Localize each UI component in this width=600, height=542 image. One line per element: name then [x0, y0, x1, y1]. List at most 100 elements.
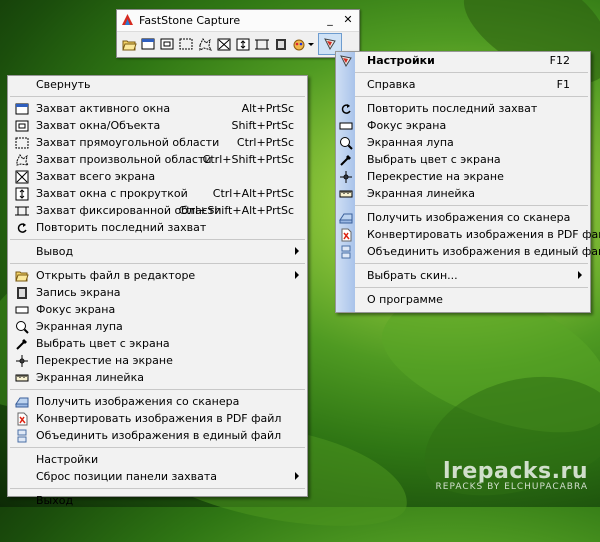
fullscreen-icon — [15, 170, 29, 184]
menu-separator — [338, 263, 588, 264]
open-folder-icon[interactable] — [120, 35, 138, 53]
menu-item-label: Экранная лупа — [36, 320, 123, 333]
watermark-subtext: REPACKS BY ELCHUPACABRA — [435, 482, 588, 492]
menu-item-label: Захват окна с прокруткой — [36, 187, 188, 200]
menu-item[interactable]: Захват активного окна Alt+PrtSc — [8, 100, 307, 117]
menu-item[interactable]: Экранная линейка — [336, 185, 590, 202]
menu-separator — [338, 287, 588, 288]
menu-item[interactable]: Открыть файл в редакторе — [8, 267, 307, 284]
menu-item[interactable]: Перекрестие на экране — [8, 352, 307, 369]
menu-item[interactable]: Фокус экрана — [336, 117, 590, 134]
menu-separator — [10, 488, 305, 489]
close-button[interactable]: ✕ — [341, 13, 355, 27]
pdf-icon — [15, 412, 29, 426]
capture-toolbar-window: FastStone Capture _ ✕ — [116, 9, 360, 58]
menu-item[interactable]: Настройки F12 — [336, 52, 590, 69]
menu-item[interactable]: Перекрестие на экране — [336, 168, 590, 185]
window-title: FastStone Capture — [139, 14, 241, 27]
menu-item[interactable]: Сброс позиции панели захвата — [8, 468, 307, 485]
capture-fullscreen-icon[interactable] — [215, 35, 233, 53]
menu-item-shortcut: Ctrl+Alt+PrtSc — [212, 187, 294, 200]
menu-item[interactable]: Экранная лупа — [336, 134, 590, 151]
menu-item[interactable]: Выбрать цвет с экрана — [8, 335, 307, 352]
menu-item[interactable]: Повторить последний захват — [8, 219, 307, 236]
menu-item[interactable]: Повторить последний захват — [336, 100, 590, 117]
menu-item-shortcut: Ctrl+PrtSc — [236, 136, 294, 149]
capture-window-icon[interactable] — [139, 35, 157, 53]
menu-item[interactable]: Выбрать цвет с экрана — [336, 151, 590, 168]
submenu-arrow-icon — [578, 271, 582, 279]
capture-object-icon[interactable] — [158, 35, 176, 53]
menu-item[interactable]: Настройки — [8, 451, 307, 468]
window-icon — [15, 102, 29, 116]
menu-separator — [10, 263, 305, 264]
object-icon — [15, 119, 29, 133]
menu-item[interactable]: Получить изображения со сканера — [336, 209, 590, 226]
menu-separator — [338, 72, 588, 73]
menu-item[interactable]: Выход — [8, 492, 307, 509]
menu-item[interactable]: Экранная лупа — [8, 318, 307, 335]
menu-item[interactable]: Захват фиксированной области Ctrl+Shift+A… — [8, 202, 307, 219]
capture-rect-icon[interactable] — [177, 35, 195, 53]
menu-item-label: Получить изображения со сканера — [367, 211, 571, 224]
menu-item-label: О программе — [367, 293, 443, 306]
menu-item-label: Повторить последний захват — [36, 221, 207, 234]
menu-item-shortcut: Alt+PrtSc — [241, 102, 294, 115]
ruler-icon — [15, 371, 29, 385]
eyedropper-icon — [15, 337, 29, 351]
menu-item[interactable]: Фокус экрана — [8, 301, 307, 318]
menu-item[interactable]: Получить изображения со сканера — [8, 393, 307, 410]
menu-item-label: Экранная линейка — [36, 371, 144, 384]
menu-item[interactable]: Запись экрана — [8, 284, 307, 301]
scroll-icon — [15, 187, 29, 201]
menu-item[interactable]: Захват окна/Объекта Shift+PrtSc — [8, 117, 307, 134]
open-folder-icon — [15, 269, 29, 283]
menu-item[interactable]: Свернуть — [8, 76, 307, 93]
menu-item[interactable]: Захват произвольной области Ctrl+Shift+Pr… — [8, 151, 307, 168]
menu-item-label: Перекрестие на экране — [367, 170, 504, 183]
menu-item[interactable]: Конвертировать изображения в PDF файл — [336, 226, 600, 243]
menu-item[interactable]: Захват прямоугольной области Ctrl+PrtSc — [8, 134, 307, 151]
menu-item[interactable]: Экранная линейка — [8, 369, 307, 386]
freehand-icon — [15, 153, 29, 167]
record-screen-icon[interactable] — [272, 35, 290, 53]
menu-item-label: Захват всего экрана — [36, 170, 156, 183]
menu-item[interactable]: Конвертировать изображения в PDF файл — [8, 410, 307, 427]
menu-item[interactable]: Вывод — [8, 243, 307, 260]
scanner-icon — [339, 211, 353, 225]
menu-separator — [338, 205, 588, 206]
capture-scroll-icon[interactable] — [234, 35, 252, 53]
focus-icon — [15, 303, 29, 317]
capture-fixed-icon[interactable] — [253, 35, 271, 53]
combine-icon — [339, 245, 353, 259]
menu-separator — [10, 96, 305, 97]
watermark-text: lrepacks.ru — [442, 459, 588, 484]
menu-item[interactable]: Объединить изображения в единый файл — [336, 243, 600, 260]
repeat-icon — [15, 221, 29, 235]
app-logo-icon — [121, 13, 134, 29]
submenu-arrow-icon — [295, 472, 299, 480]
menu-separator — [10, 389, 305, 390]
combine-icon — [15, 429, 29, 443]
output-icon[interactable] — [291, 35, 317, 53]
menu-item-label: Сброс позиции панели захвата — [36, 470, 217, 483]
rect-icon — [15, 136, 29, 150]
menu-item-label: Справка — [367, 78, 416, 91]
focus-icon — [339, 119, 353, 133]
menu-item[interactable]: Выбрать скин... — [336, 267, 590, 284]
settings-icon — [339, 54, 353, 68]
capture-freehand-icon[interactable] — [196, 35, 214, 53]
menu-item[interactable]: О программе — [336, 291, 590, 308]
menu-item-label: Экранная лупа — [367, 136, 454, 149]
menu-item[interactable]: Объединить изображения в единый файл — [8, 427, 307, 444]
title-bar[interactable]: FastStone Capture _ ✕ — [117, 10, 359, 32]
menu-separator — [338, 96, 588, 97]
menu-item[interactable]: Справка F1 — [336, 76, 590, 93]
menu-item-label: Вывод — [36, 245, 74, 258]
menu-item-shortcut: F12 — [549, 54, 570, 67]
repeat-icon — [339, 102, 353, 116]
ruler-icon — [339, 187, 353, 201]
menu-item[interactable]: Захват всего экрана — [8, 168, 307, 185]
minimize-button[interactable]: _ — [323, 13, 337, 27]
menu-item[interactable]: Захват окна с прокруткой Ctrl+Alt+PrtSc — [8, 185, 307, 202]
